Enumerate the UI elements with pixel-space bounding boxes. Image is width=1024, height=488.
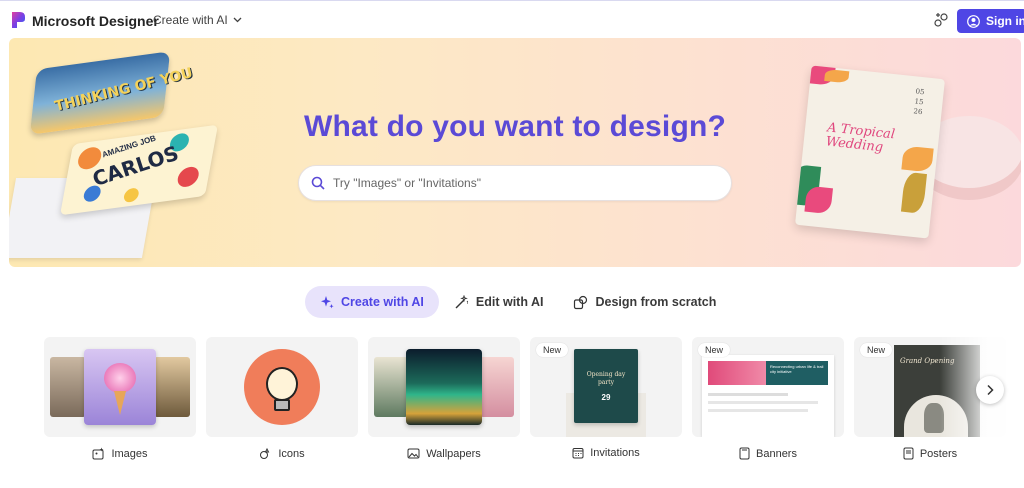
category-card-invitations[interactable]: New Opening day party 29	[530, 337, 682, 437]
carousel-next-button[interactable]	[976, 376, 1004, 404]
category-label-icons[interactable]: Icons	[206, 447, 358, 460]
category-card-banners[interactable]: New Reconnecting urban life & trail city…	[692, 337, 844, 437]
category-carousel: Images Icons Wallpapers New Opening day …	[44, 337, 1006, 460]
create-with-ai-menu[interactable]: Create with AI	[153, 13, 242, 27]
new-badge: New	[698, 343, 731, 357]
tab-create-with-ai[interactable]: Create with AI	[305, 286, 439, 318]
category-card-images[interactable]	[44, 337, 196, 437]
wallpaper-icon	[407, 448, 420, 459]
designer-logo-icon	[12, 12, 25, 28]
category-label-wallpapers[interactable]: Wallpapers	[368, 447, 520, 460]
new-badge: New	[536, 343, 569, 357]
shapes-icon	[574, 295, 588, 309]
share-apps-icon[interactable]	[933, 12, 949, 28]
new-badge: New	[860, 343, 893, 357]
search-icon	[311, 176, 325, 190]
icon-sparkle-icon	[260, 447, 270, 459]
tab-create-with-ai-label: Create with AI	[341, 295, 424, 309]
category-card-wallpapers[interactable]	[368, 337, 520, 437]
invitation-thumb-date: 29	[601, 393, 611, 402]
image-sparkle-icon	[92, 447, 104, 460]
chevron-right-icon	[987, 384, 994, 396]
design-search-bar[interactable]	[298, 165, 732, 201]
tab-design-from-scratch[interactable]: Design from scratch	[558, 286, 731, 318]
top-bar: Microsoft Designer Create with AI Sign i…	[0, 0, 1024, 38]
category-label-images[interactable]: Images	[44, 447, 196, 460]
tab-edit-with-ai[interactable]: Edit with AI	[439, 286, 559, 318]
mode-tabs: Create with AI Edit with AI Design from …	[305, 286, 731, 318]
chevron-down-icon	[233, 17, 242, 23]
sparkle-icon	[321, 296, 334, 309]
banner-icon	[739, 447, 750, 460]
brand-name: Microsoft Designer	[32, 13, 159, 29]
poster-icon	[903, 447, 914, 460]
category-label-invitations[interactable]: Invitations	[530, 447, 682, 459]
tab-edit-with-ai-label: Edit with AI	[475, 295, 544, 309]
category-label-banners[interactable]: Banners	[692, 447, 844, 460]
banner-thumb-text: Reconnecting urban life & trail city ini…	[770, 364, 824, 374]
hero-title: What do you want to design?	[303, 110, 727, 143]
calendar-icon	[572, 448, 584, 459]
search-input[interactable]	[333, 176, 693, 190]
hero-banner: THINKING OF YOU AMAZING JOB CARLOS 05 15 2…	[9, 38, 1021, 267]
category-label-posters[interactable]: Posters	[854, 447, 1006, 460]
sign-in-button[interactable]: Sign in	[957, 9, 1024, 33]
tropical-wedding-invite: 05 15 26 A Tropical Wedding	[795, 65, 945, 239]
create-with-ai-menu-label: Create with AI	[153, 13, 228, 27]
invitation-thumb-title: Opening day party	[586, 371, 626, 386]
tab-design-from-scratch-label: Design from scratch	[595, 295, 717, 309]
magic-wand-icon	[455, 294, 469, 308]
category-card-icons[interactable]	[206, 337, 358, 437]
sign-in-label: Sign in	[986, 14, 1024, 28]
account-icon	[967, 14, 980, 28]
